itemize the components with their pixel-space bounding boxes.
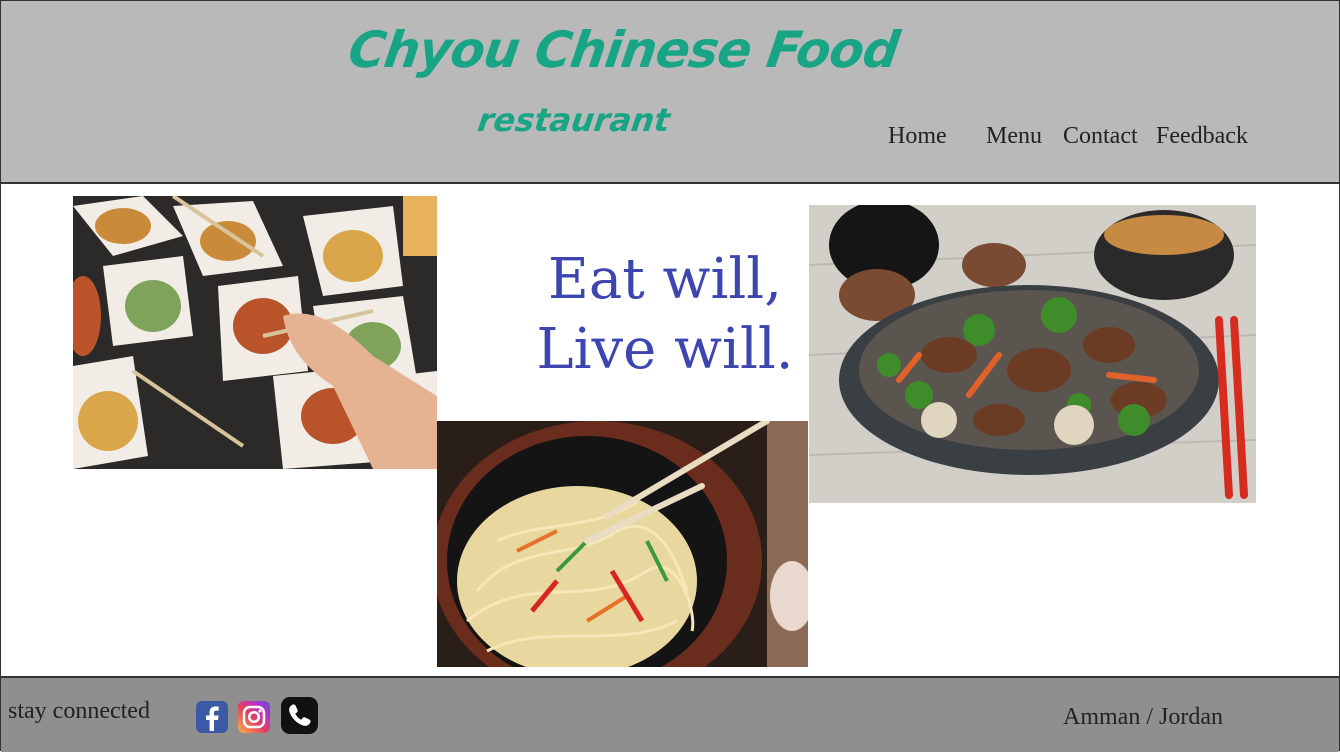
slogan-line-2: Live will. [536, 317, 794, 382]
nav-contact-link[interactable]: Contact [1063, 123, 1138, 150]
header: Chyou Chinese Food restaurant Home Menu … [1, 1, 1339, 184]
location-text: Amman / Jordan [1063, 704, 1223, 730]
stir-fry-bowl-photo [809, 205, 1256, 503]
logo-subtitle: restaurant [475, 101, 673, 139]
nav-home-link[interactable]: Home [888, 123, 947, 150]
takeout-boxes-photo [73, 196, 437, 469]
slogan-line-1: Eat will, [547, 247, 783, 312]
stay-connected-label: stay connected [8, 698, 150, 724]
page: Chyou Chinese Food restaurant Home Menu … [0, 0, 1340, 752]
nav-feedback-link[interactable]: Feedback [1156, 123, 1248, 150]
noodles-plate-photo [437, 421, 808, 667]
facebook-icon[interactable] [196, 701, 228, 733]
logo-title: Chyou Chinese Food [344, 21, 903, 79]
nav-menu-link[interactable]: Menu [986, 123, 1042, 150]
slogan: Eat will, Live will. [521, 245, 809, 385]
instagram-icon[interactable] [238, 701, 270, 733]
footer: stay connected Amman / Jordan [1, 676, 1339, 752]
phone-icon[interactable] [281, 697, 318, 734]
